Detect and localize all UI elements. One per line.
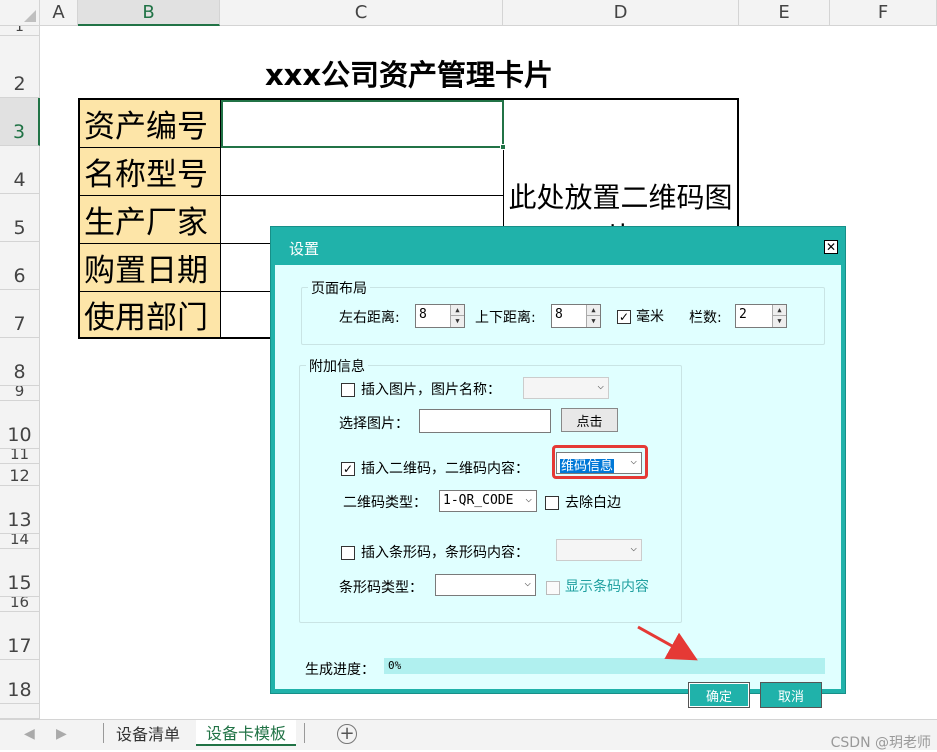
row-header-11[interactable]: 11 xyxy=(0,449,40,464)
spinner-buttons[interactable]: ▲ ▼ xyxy=(586,305,600,327)
progress-label: 生成进度： xyxy=(305,662,375,678)
barcode-content-combo[interactable]: ⌵ xyxy=(556,539,642,561)
row-header-12[interactable]: 12 xyxy=(0,464,40,486)
row-header-15[interactable]: 15 xyxy=(0,549,40,597)
label-model[interactable]: 名称型号 xyxy=(80,148,221,196)
column-header-e[interactable]: E xyxy=(739,0,830,26)
mm-label: 毫米 xyxy=(636,309,664,325)
remove-border-label: 去除白边 xyxy=(565,495,621,511)
columns-value: 2 xyxy=(739,307,747,322)
browse-image-button[interactable]: 点击 xyxy=(561,408,618,432)
image-path-input[interactable] xyxy=(419,409,551,433)
row-header-17[interactable]: 17 xyxy=(0,612,40,660)
show-barcode-checkbox[interactable] xyxy=(546,581,560,595)
column-header-d[interactable]: D xyxy=(503,0,739,26)
show-barcode-label: 显示条码内容 xyxy=(565,579,649,595)
row-header-10[interactable]: 10 xyxy=(0,401,40,449)
row-header-19[interactable] xyxy=(0,704,40,719)
row-header-13[interactable]: 13 xyxy=(0,486,40,534)
fill-handle[interactable] xyxy=(500,144,506,150)
insert-barcode-checkbox[interactable] xyxy=(341,546,355,560)
image-name-combo[interactable]: ⌵ xyxy=(523,377,609,399)
row-header-1[interactable]: 1 xyxy=(0,26,40,36)
chevron-down-icon: ⌵ xyxy=(524,576,531,589)
row-header-16[interactable]: 16 xyxy=(0,597,40,612)
settings-dialog: 设置 ✕ 页面布局 左右距离: 8 ▲ ▼ 上下距离: 8 ▲ ▼ ✓ 毫米 栏数:… xyxy=(270,226,846,708)
row-header-5[interactable]: 5 xyxy=(0,194,40,242)
chevron-down-icon: ⌵ xyxy=(630,541,637,554)
row-header-7[interactable]: 7 xyxy=(0,290,40,338)
extra-info-title: 附加信息 xyxy=(306,356,368,376)
lr-distance-label: 左右距离: xyxy=(339,310,400,326)
cancel-button[interactable]: 取消 xyxy=(760,682,822,708)
lr-distance-spinner[interactable]: 8 ▲ ▼ xyxy=(415,304,465,328)
spin-up-icon[interactable]: ▲ xyxy=(773,305,786,316)
row-header-6[interactable]: 6 xyxy=(0,242,40,290)
insert-barcode-label: 插入条形码，条形码内容： xyxy=(361,545,529,561)
dialog-title[interactable]: 设置 xyxy=(271,227,845,265)
insert-qr-label: 插入二维码，二维码内容： xyxy=(361,461,529,477)
label-asset-number[interactable]: 资产编号 xyxy=(80,100,221,148)
spin-down-icon[interactable]: ▼ xyxy=(773,316,786,327)
choose-image-label: 选择图片： xyxy=(339,416,409,432)
spinner-buttons[interactable]: ▲ ▼ xyxy=(772,305,786,327)
sheet-separator xyxy=(103,723,104,743)
tb-distance-value: 8 xyxy=(555,307,563,322)
tb-distance-label: 上下距离: xyxy=(475,310,536,326)
highlight-annotation xyxy=(552,445,648,479)
row-header-8[interactable]: 8 xyxy=(0,338,40,386)
spin-up-icon[interactable]: ▲ xyxy=(451,305,464,316)
column-header-c[interactable]: C xyxy=(220,0,503,26)
label-department[interactable]: 使用部门 xyxy=(80,292,221,337)
page-layout-title: 页面布局 xyxy=(308,278,370,298)
prev-sheet-icon[interactable]: ◀ xyxy=(24,726,35,742)
watermark-text: CSDN @玥老师 xyxy=(830,735,931,751)
row-header-3[interactable]: 3 xyxy=(0,98,40,146)
chevron-down-icon: ⌵ xyxy=(597,379,604,392)
sheet-tab-device-list[interactable]: 设备清单 xyxy=(106,720,190,746)
close-icon[interactable]: ✕ xyxy=(824,240,838,254)
row-header-18[interactable]: 18 xyxy=(0,660,40,704)
columns-label: 栏数: xyxy=(689,310,722,326)
sheet-tab-bar: ◀ ▶ 设备清单 设备卡模板 + xyxy=(0,719,937,750)
insert-image-label: 插入图片，图片名称： xyxy=(361,382,501,398)
row-header-4[interactable]: 4 xyxy=(0,146,40,194)
remove-border-checkbox[interactable] xyxy=(545,496,559,510)
label-purchase-date[interactable]: 购置日期 xyxy=(80,244,221,292)
insert-image-checkbox[interactable] xyxy=(341,383,355,397)
dialog-body: 页面布局 左右距离: 8 ▲ ▼ 上下距离: 8 ▲ ▼ ✓ 毫米 栏数: 2 ▲ ▼… xyxy=(275,265,841,708)
card-title: xxx公司资产管理卡片 xyxy=(264,58,554,92)
mm-checkbox[interactable]: ✓ xyxy=(617,310,631,324)
sheet-tab-card-template[interactable]: 设备卡模板 xyxy=(196,720,297,746)
tb-distance-spinner[interactable]: 8 ▲ ▼ xyxy=(551,304,601,328)
qr-type-combo[interactable]: 1-QR_CODE ⌵ xyxy=(439,490,537,512)
active-cell-selection xyxy=(221,100,506,150)
select-all-corner[interactable] xyxy=(0,0,40,26)
next-sheet-icon[interactable]: ▶ xyxy=(56,726,67,742)
spin-up-icon[interactable]: ▲ xyxy=(587,305,600,316)
column-header-a[interactable]: A xyxy=(40,0,78,26)
qr-type-label: 二维码类型： xyxy=(343,495,427,511)
row-header-14[interactable]: 14 xyxy=(0,534,40,549)
spin-down-icon[interactable]: ▼ xyxy=(587,316,600,327)
chevron-down-icon: ⌵ xyxy=(525,492,532,505)
barcode-type-label: 条形码类型： xyxy=(339,580,423,596)
column-header-f[interactable]: F xyxy=(830,0,937,26)
ok-button[interactable]: 确定 xyxy=(688,682,750,708)
spinner-buttons[interactable]: ▲ ▼ xyxy=(450,305,464,327)
label-manufacturer[interactable]: 生产厂家 xyxy=(80,196,221,244)
insert-qr-checkbox[interactable]: ✓ xyxy=(341,462,355,476)
lr-distance-value: 8 xyxy=(419,307,427,322)
value-model[interactable] xyxy=(221,148,504,196)
sheet-separator xyxy=(304,723,305,743)
columns-spinner[interactable]: 2 ▲ ▼ xyxy=(735,304,787,328)
plus-circle-icon[interactable]: + xyxy=(337,724,357,744)
row-header-2[interactable]: 2 xyxy=(0,36,40,98)
column-header-b[interactable]: B xyxy=(78,0,220,26)
barcode-type-combo[interactable]: ⌵ xyxy=(435,574,536,596)
spin-down-icon[interactable]: ▼ xyxy=(451,316,464,327)
qr-type-value: 1-QR_CODE xyxy=(443,493,514,508)
row-header-9[interactable]: 9 xyxy=(0,386,40,401)
progress-bar: 0% xyxy=(384,658,825,674)
